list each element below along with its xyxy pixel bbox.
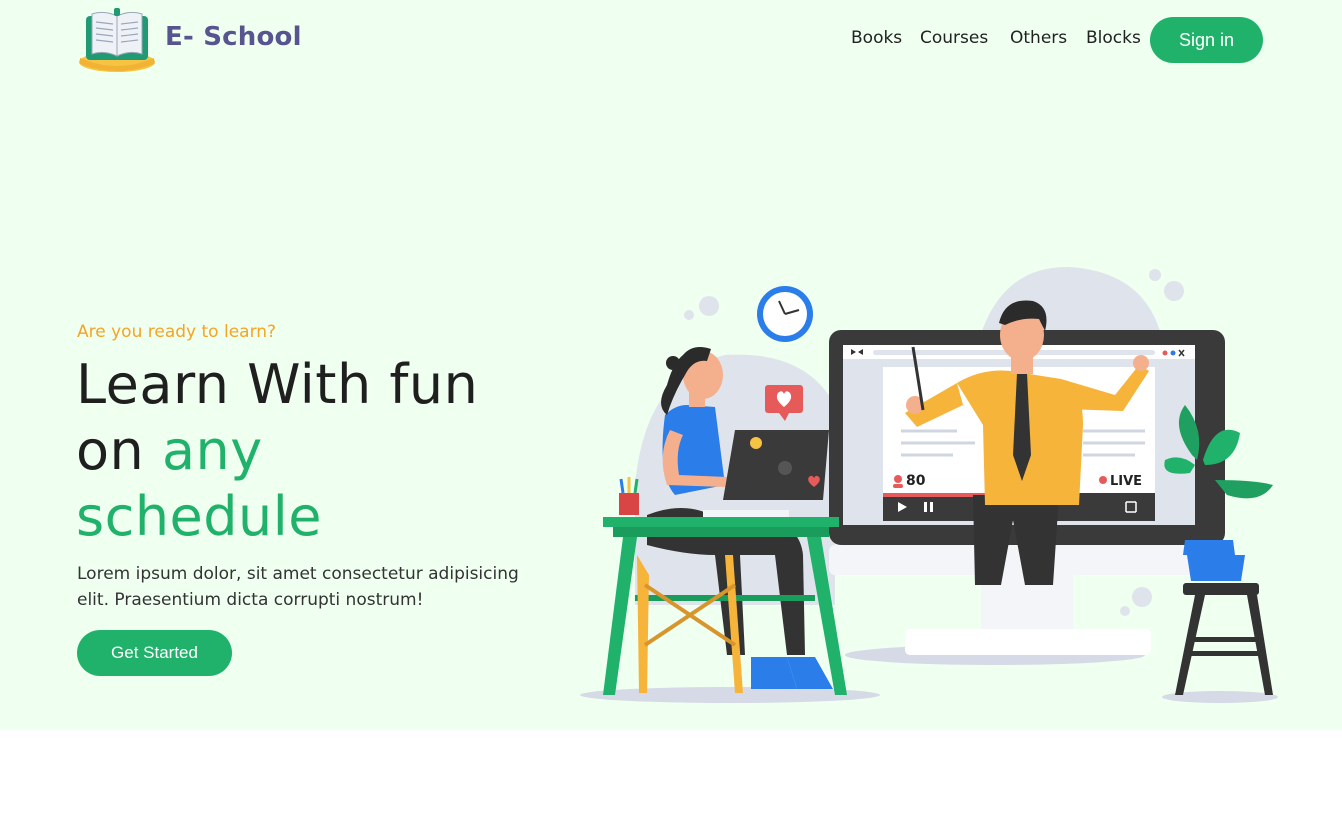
headline-line-1: Learn With fun <box>76 353 479 416</box>
live-label: LIVE <box>1110 474 1142 489</box>
headline-line-2-prefix: on <box>76 419 162 482</box>
hero-kicker: Are you ready to learn? <box>77 322 277 342</box>
pencil-cup-icon <box>619 477 639 515</box>
viewer-icon <box>894 475 902 483</box>
viewer-count: 80 <box>906 473 926 489</box>
nav-others[interactable]: Others <box>1010 28 1067 48</box>
nav-courses[interactable]: Courses <box>920 28 988 48</box>
hero-description: Lorem ipsum dolor, sit amet consectetur … <box>77 564 519 610</box>
headline-accent-schedule: schedule <box>76 485 322 548</box>
hero-illustration: 80 LIVE <box>575 255 1295 715</box>
live-dot-icon <box>1099 476 1107 484</box>
next-section <box>0 730 1342 826</box>
hero-headline: Learn With fun on any schedule <box>76 352 556 550</box>
sign-in-button[interactable]: Sign in <box>1150 17 1263 63</box>
clock-icon <box>757 286 813 342</box>
get-started-button[interactable]: Get Started <box>77 630 232 676</box>
nav-blocks[interactable]: Blocks <box>1086 28 1141 48</box>
headline-accent-any: any <box>161 419 263 482</box>
brand-name[interactable]: E- School <box>165 22 302 52</box>
nav-books[interactable]: Books <box>851 28 902 48</box>
book-icon[interactable] <box>78 8 158 74</box>
